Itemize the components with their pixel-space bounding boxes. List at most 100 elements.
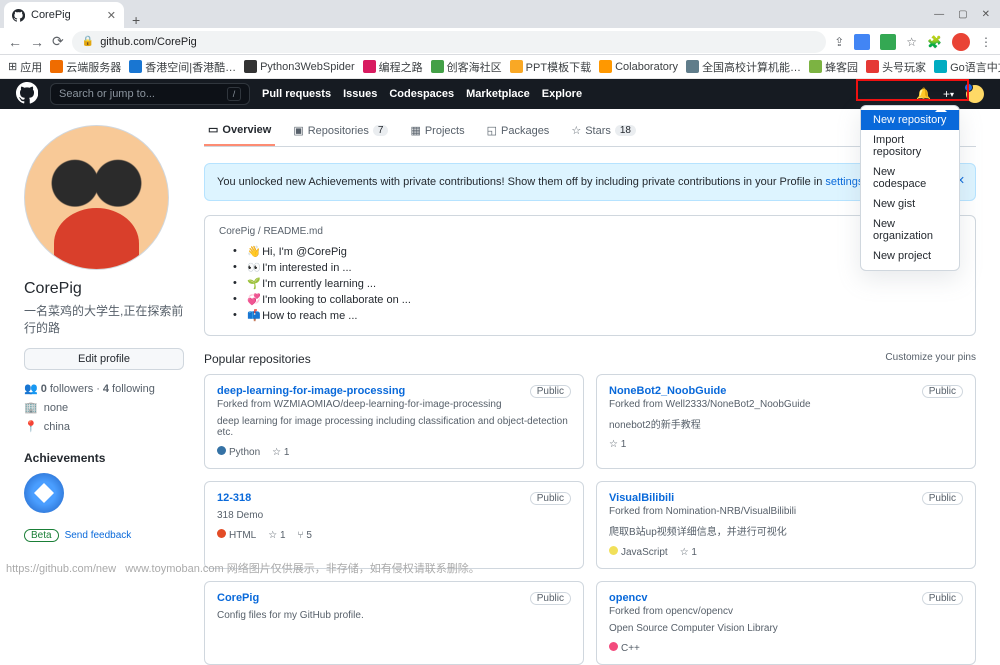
profile-avatar-large[interactable] <box>24 125 169 270</box>
bookmark[interactable]: 全国高校计算机能… <box>686 59 801 75</box>
new-tab-button[interactable]: + <box>124 12 148 28</box>
nav-codespaces[interactable]: Codespaces <box>389 88 454 100</box>
bookmarks-bar: ⊞ 应用 云端服务器 香港空间|香港酷… Python3WebSpider 编程… <box>0 55 1000 79</box>
apps-button[interactable]: ⊞ 应用 <box>8 59 42 75</box>
bookmark[interactable]: 编程之路 <box>363 59 423 75</box>
search-input[interactable]: Search or jump to... / <box>50 83 250 105</box>
dropdown-import-repo[interactable]: Import repository <box>861 130 959 162</box>
visibility-badge: Public <box>530 385 571 398</box>
star-count: ☆ 1 <box>680 547 697 558</box>
dropdown-new-org[interactable]: New organization <box>861 214 959 246</box>
maximize-button[interactable]: ▢ <box>958 9 967 20</box>
window-controls: — ▢ ✕ <box>924 0 1000 28</box>
pinned-repos: deep-learning-for-image-processing Public… <box>204 374 976 665</box>
repo-card: deep-learning-for-image-processing Public… <box>204 374 584 469</box>
tab-projects[interactable]: ▦Projects <box>406 123 468 146</box>
nav-pulls[interactable]: Pull requests <box>262 88 331 100</box>
tab-stars[interactable]: ☆Stars18 <box>567 123 640 146</box>
github-logo[interactable] <box>16 82 38 107</box>
extension-icon[interactable] <box>854 34 870 50</box>
org-line: 🏢none <box>24 401 184 414</box>
readme-path: CorePig / README.md <box>219 226 323 237</box>
bookmark[interactable]: 香港空间|香港酷… <box>129 59 236 75</box>
tab-overview[interactable]: ▭Overview <box>204 123 275 146</box>
repo-link[interactable]: CorePig <box>217 592 259 604</box>
tab-title: CorePig <box>31 9 71 21</box>
forward-button[interactable]: → <box>30 34 44 50</box>
bookmark[interactable]: Python3WebSpider <box>244 60 355 73</box>
create-menu-button[interactable]: +▾ <box>943 87 954 101</box>
nav-marketplace[interactable]: Marketplace <box>466 88 530 100</box>
close-button[interactable]: ✕ <box>982 9 990 20</box>
github-icon <box>12 9 25 22</box>
repo-link[interactable]: 12-318 <box>217 492 251 504</box>
url-input[interactable]: 🔒 github.com/CorePig <box>72 31 826 53</box>
menu-icon[interactable]: ⋮ <box>980 35 992 49</box>
share-icon[interactable]: ⇪ <box>834 35 844 49</box>
achievement-badge[interactable] <box>24 473 64 513</box>
extensions-icon[interactable]: 🧩 <box>927 35 942 49</box>
address-bar: ← → ⟳ 🔒 github.com/CorePig ⇪ ☆ 🧩 ⋮ <box>0 28 1000 55</box>
watermark: https://github.com/new www.toymoban.com … <box>6 560 480 576</box>
popular-heading: Popular repositories <box>204 352 311 366</box>
notifications-icon[interactable]: 🔔 <box>916 87 931 101</box>
slash-key: / <box>227 87 241 101</box>
star-icon: ☆ <box>571 124 581 137</box>
dropdown-new-project[interactable]: New project <box>861 246 959 266</box>
profile-bio: 一名菜鸡的大学生,正在探索前行的路 <box>24 302 184 336</box>
repo-link[interactable]: deep-learning-for-image-processing <box>217 385 405 397</box>
bookmark[interactable]: 创客海社区 <box>431 59 502 75</box>
fork-count: ⑂ 5 <box>298 530 312 541</box>
tab-repositories[interactable]: ▣Repositories7 <box>289 123 392 146</box>
customize-pins-link[interactable]: Customize your pins <box>885 352 976 366</box>
bookmark[interactable]: PPT模板下载 <box>510 59 591 75</box>
browser-tab-bar: CorePig ✕ + — ▢ ✕ <box>0 0 1000 28</box>
star-icon[interactable]: ☆ <box>906 35 917 49</box>
tab-packages[interactable]: ◱Packages <box>483 123 554 146</box>
visibility-badge: Public <box>922 385 963 398</box>
nav-explore[interactable]: Explore <box>542 88 582 100</box>
edit-profile-button[interactable]: Edit profile <box>24 348 184 370</box>
profile-username: CorePig <box>24 280 184 298</box>
repo-card: CorePigPublicConfig files for my GitHub … <box>204 581 584 665</box>
extension-icon[interactable] <box>880 34 896 50</box>
repo-link[interactable]: VisualBilibili <box>609 492 674 504</box>
star-count: ☆ 1 <box>268 530 285 541</box>
reload-button[interactable]: ⟳ <box>52 33 64 50</box>
bookmark[interactable]: Colaboratory <box>599 60 678 73</box>
minimize-button[interactable]: — <box>934 9 944 20</box>
repo-link[interactable]: opencv <box>609 592 648 604</box>
location-line: 📍china <box>24 420 184 433</box>
bookmark[interactable]: 云端服务器 <box>50 59 121 75</box>
profile-sidebar: CorePig 一名菜鸡的大学生,正在探索前行的路 Edit profile 👥… <box>24 109 184 579</box>
close-icon[interactable]: ✕ <box>107 9 116 22</box>
beta-badge: Beta <box>24 529 59 542</box>
package-icon: ◱ <box>487 124 497 137</box>
bookmark[interactable]: Go语言中文网 <box>934 59 1000 75</box>
profile-avatar[interactable] <box>952 33 970 51</box>
star-count: ☆ 1 <box>609 439 626 450</box>
visibility-badge: Public <box>530 492 571 505</box>
back-button[interactable]: ← <box>8 34 22 50</box>
bookmark[interactable]: 蜂客园 <box>809 59 858 75</box>
github-header: Search or jump to... / Pull requests Iss… <box>0 79 1000 109</box>
repo-card: 12-318Public318 DemoHTML☆ 1⑂ 5 <box>204 481 584 569</box>
dropdown-new-gist[interactable]: New gist <box>861 194 959 214</box>
visibility-badge: Public <box>530 592 571 605</box>
lock-icon: 🔒 <box>82 36 94 47</box>
create-dropdown: New repository Import repository New cod… <box>860 105 960 271</box>
project-icon: ▦ <box>410 124 420 137</box>
bookmark[interactable]: 头号玩家 <box>866 59 926 75</box>
star-count: ☆ 1 <box>272 447 289 458</box>
repo-link[interactable]: NoneBot2_NoobGuide <box>609 385 726 397</box>
browser-tab[interactable]: CorePig ✕ <box>4 2 124 28</box>
send-feedback-link[interactable]: Send feedback <box>65 530 132 541</box>
dropdown-new-repo[interactable]: New repository <box>861 110 959 130</box>
book-icon: ▭ <box>208 123 218 136</box>
repo-card: opencvPublicForked from opencv/opencvOpe… <box>596 581 976 665</box>
user-avatar[interactable] <box>966 85 984 103</box>
follow-stats[interactable]: 👥 0 followers · 4 following <box>24 382 184 395</box>
location-icon: 📍 <box>24 420 38 433</box>
dropdown-new-codespace[interactable]: New codespace <box>861 162 959 194</box>
nav-issues[interactable]: Issues <box>343 88 377 100</box>
